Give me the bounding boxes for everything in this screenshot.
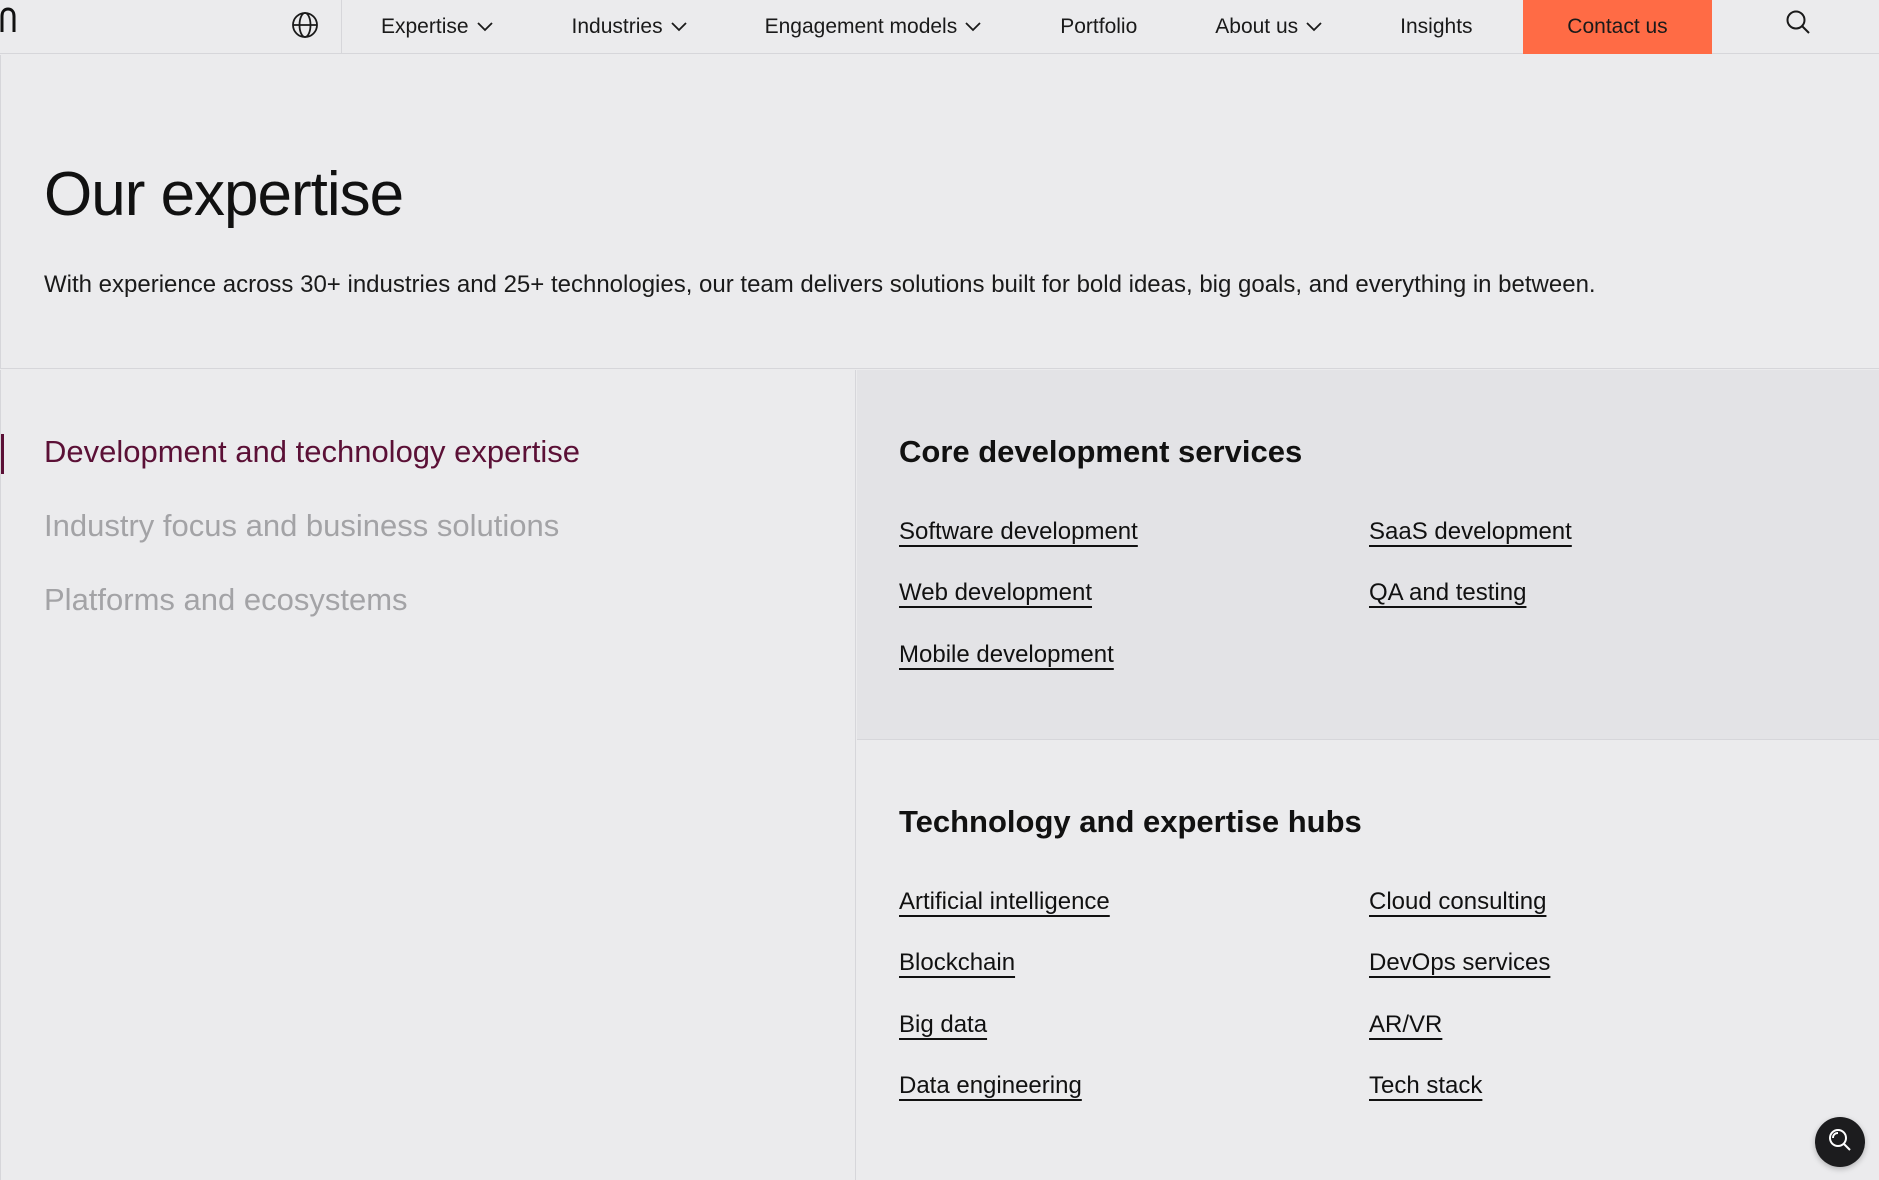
nav-engagement-models[interactable]: Engagement models (765, 0, 982, 54)
active-category-indicator (1, 434, 4, 474)
section-title: Technology and expertise hubs (899, 804, 1362, 839)
link-artificial-intelligence[interactable]: Artificial intelligence (899, 888, 1110, 916)
core-development-services-section: Core development services Software devel… (857, 370, 1879, 740)
chevron-down-icon (1306, 22, 1322, 32)
chevron-down-icon (965, 22, 981, 32)
nav-label: Engagement models (764, 15, 958, 38)
category-development-technology[interactable]: Development and technology expertise (44, 434, 580, 470)
logo-icon[interactable] (0, 4, 16, 34)
link-web-development[interactable]: Web development (899, 579, 1092, 607)
category-industry-focus[interactable]: Industry focus and business solutions (44, 508, 559, 544)
link-data-engineering[interactable]: Data engineering (899, 1072, 1082, 1100)
nav-about-us[interactable]: About us (1215, 0, 1322, 54)
chat-search-button[interactable] (1815, 1117, 1865, 1167)
search-icon (1785, 9, 1811, 40)
technology-expertise-hubs-section: Technology and expertise hubs Artificial… (857, 741, 1879, 1180)
page-subtitle: With experience across 30+ industries an… (44, 271, 1596, 298)
link-saas-development[interactable]: SaaS development (1369, 518, 1572, 546)
link-cloud-consulting[interactable]: Cloud consulting (1369, 888, 1546, 916)
nav-portfolio[interactable]: Portfolio (1060, 0, 1137, 54)
nav-label: Expertise (381, 15, 469, 38)
category-platforms-ecosystems[interactable]: Platforms and ecosystems (44, 582, 408, 618)
expertise-category-list: Development and technology expertise Ind… (0, 370, 856, 1180)
nav-label: Industries (571, 15, 663, 38)
nav-expertise[interactable]: Expertise (381, 0, 493, 54)
page: Expertise Industries Engagement models P… (0, 0, 1879, 1180)
nav-label: About us (1215, 15, 1299, 38)
link-tech-stack[interactable]: Tech stack (1369, 1072, 1482, 1100)
link-ar-vr[interactable]: AR/VR (1369, 1011, 1442, 1039)
globe-icon (291, 11, 319, 44)
nav-insights[interactable]: Insights (1400, 0, 1472, 54)
hero-section: Our expertise With experience across 30+… (0, 55, 1879, 369)
section-title: Core development services (899, 434, 1303, 469)
chat-search-icon (1826, 1126, 1854, 1159)
nav-industries[interactable]: Industries (572, 0, 687, 54)
link-qa-testing[interactable]: QA and testing (1369, 579, 1526, 607)
page-title: Our expertise (44, 160, 404, 229)
top-navigation: Expertise Industries Engagement models P… (0, 0, 1879, 54)
link-devops-services[interactable]: DevOps services (1369, 949, 1550, 977)
contact-us-button[interactable]: Contact us (1523, 0, 1712, 54)
nav-label: Insights (1400, 15, 1473, 38)
link-mobile-development[interactable]: Mobile development (899, 641, 1114, 669)
main-nav: Expertise Industries Engagement models P… (342, 0, 1473, 54)
language-selector-button[interactable] (268, 0, 342, 54)
chevron-down-icon (670, 22, 687, 32)
search-button[interactable] (1778, 4, 1818, 44)
link-big-data[interactable]: Big data (899, 1011, 987, 1039)
nav-label: Portfolio (1060, 15, 1138, 38)
link-blockchain[interactable]: Blockchain (899, 949, 1015, 977)
chevron-down-icon (476, 22, 493, 32)
link-software-development[interactable]: Software development (899, 518, 1138, 546)
